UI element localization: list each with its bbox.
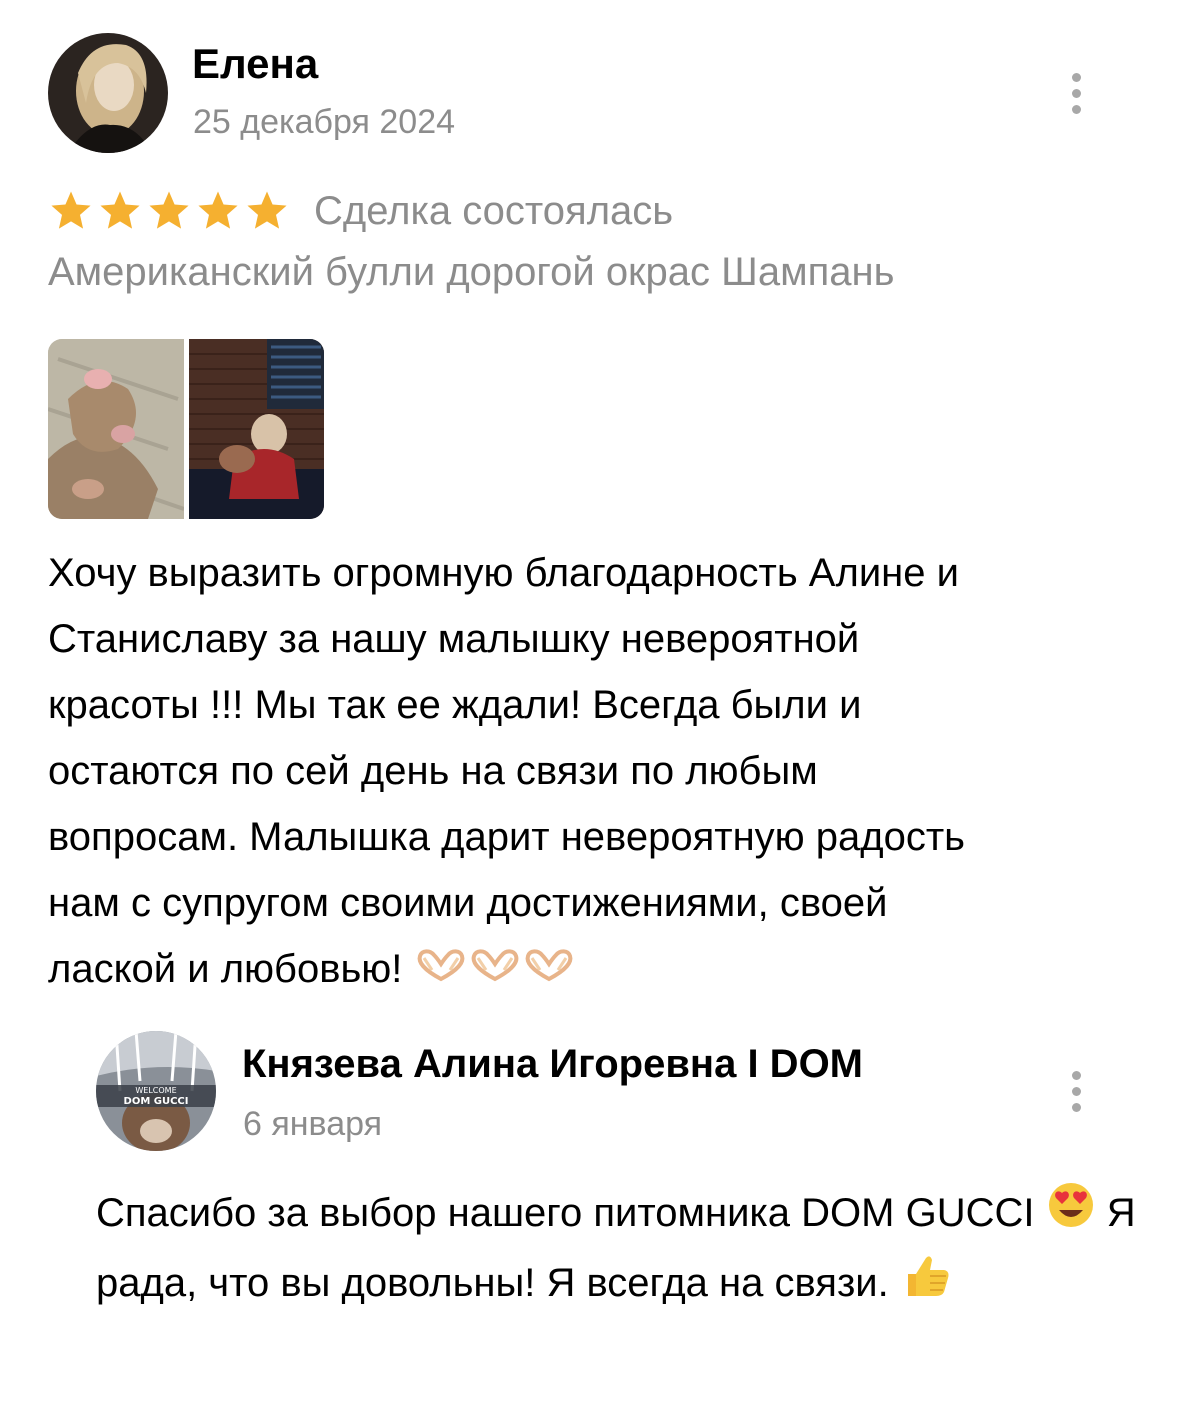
thumbs-up-emoji	[900, 1252, 952, 1320]
author-avatar[interactable]	[48, 33, 168, 153]
review-text: Хочу выразить огромную благодарность Али…	[48, 540, 1138, 1004]
heart-hands-emoji	[468, 938, 522, 1004]
review-text-body: Хочу выразить огромную благодарность Али…	[48, 551, 966, 991]
star-icon	[247, 191, 287, 229]
star-icon	[51, 191, 91, 229]
photo-thumbnail-2[interactable]	[189, 339, 324, 519]
more-vertical-icon	[1071, 1070, 1081, 1080]
heart-eyes-emoji	[1046, 1180, 1096, 1250]
reply-text: Спасибо за выбор нашего питомника DOM GU…	[96, 1180, 1136, 1320]
author-name[interactable]: Елена	[192, 40, 318, 88]
rating-row: Сделка состоялась	[48, 183, 673, 239]
star-icon	[100, 191, 140, 229]
heart-hands-emoji	[414, 938, 468, 1004]
reply-more-options-button[interactable]	[1061, 1061, 1091, 1121]
reply-author-name[interactable]: Князева Алина Игоревна I DOM	[242, 1042, 863, 1087]
star-icon	[198, 191, 238, 229]
review-date: 25 декабря 2024	[193, 103, 456, 141]
star-icon	[149, 191, 189, 229]
photo-thumbnail-1[interactable]	[48, 339, 184, 519]
photo-paws-thumbnail	[48, 339, 184, 519]
deal-status: Сделка состоялась	[314, 188, 674, 233]
avatar-text-top: WELCOME	[135, 1086, 176, 1095]
avatar-text-bottom: DOM GUCCI	[124, 1096, 189, 1107]
more-vertical-icon	[1071, 72, 1081, 82]
reply-text-part1: Спасибо за выбор нашего питомника DOM GU…	[96, 1191, 1035, 1235]
photo-woman-with-puppy-thumbnail	[189, 339, 324, 519]
heart-hands-emoji	[522, 938, 576, 1004]
item-title[interactable]: Американский булли дорогой окрас Шампань	[48, 250, 894, 295]
review-card: Елена 25 декабря 2024 Сделка состоялась …	[0, 0, 1179, 1412]
reply-author-avatar[interactable]: WELCOME DOM GUCCI	[96, 1031, 216, 1151]
more-options-button[interactable]	[1061, 63, 1091, 123]
star-rating	[48, 188, 290, 234]
reply-date: 6 января	[243, 1105, 383, 1143]
